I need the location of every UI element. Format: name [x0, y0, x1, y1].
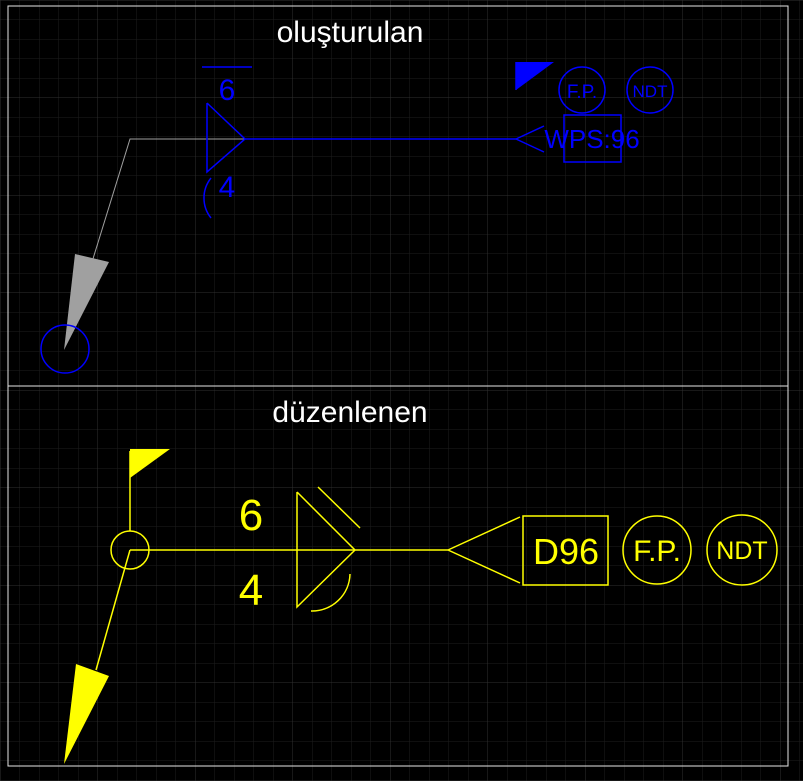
top-tail-reference: WPS:96 [544, 124, 639, 154]
top-arrow-side-size: 6 [219, 74, 236, 107]
top-ndt-label: NDT [633, 82, 668, 101]
bottom-fp-label: F.P. [633, 535, 681, 568]
bottom-other-side-size: 4 [239, 566, 263, 615]
bottom-panel-title: düzenlenen [272, 396, 427, 429]
bottom-ndt-label: NDT [716, 537, 767, 565]
top-fp-label: F.P. [567, 82, 597, 103]
bottom-tail-reference: D96 [533, 531, 599, 572]
bottom-arrow-side-size: 6 [239, 491, 263, 540]
cad-drawing-canvas[interactable]: oluşturulan 6 4 WPS:96 F.P. NDT düzenlen [0, 0, 803, 781]
top-panel-title: oluşturulan [277, 16, 424, 49]
top-other-side-size: 4 [219, 171, 236, 204]
grid [0, 0, 803, 781]
